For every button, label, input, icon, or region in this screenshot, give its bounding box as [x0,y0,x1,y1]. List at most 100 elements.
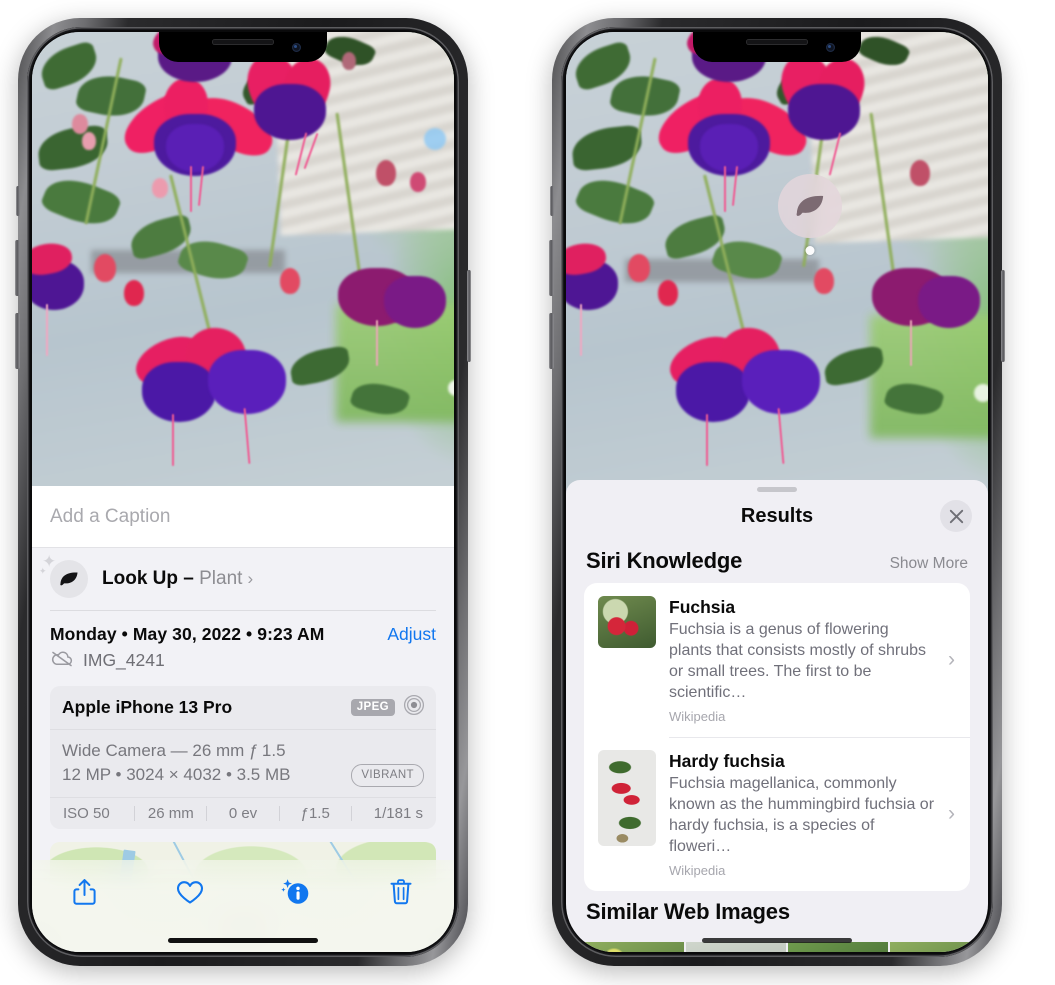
flower-stamen [580,304,582,356]
close-icon [949,509,963,523]
adjust-button[interactable]: Adjust [387,624,436,645]
mute-switch[interactable] [549,186,554,216]
volume-up-button[interactable] [15,240,20,296]
flower-skirt [742,350,820,414]
lens-line: Wide Camera — 26 mm ƒ 1.5 [62,740,286,760]
similar-web-images-row[interactable] [566,941,988,952]
flower-stamen [910,320,912,366]
flower-bud [376,160,396,186]
caption-field-row[interactable]: Add a Caption [32,486,454,548]
exif-focal: 26 mm [147,805,194,823]
iphone-left: Add a Caption ✦ ✦ Look Up – Plant › Mond… [15,18,471,966]
front-camera-icon [826,43,835,52]
look-up-label: Look Up – Plant [102,568,242,590]
photo-info-sheet: Add a Caption ✦ ✦ Look Up – Plant › Mond… [32,486,454,952]
flower-skirt [384,276,446,328]
result-thumbnail [598,750,656,847]
bokeh [424,128,446,150]
volume-down-button[interactable] [549,313,554,369]
flower-bud [124,280,144,306]
side-power-button[interactable] [1000,270,1005,362]
photo-viewer[interactable] [32,32,454,486]
result-description: Fuchsia magellanica, commonly known as t… [669,775,935,855]
chevron-right-icon: › [948,802,955,826]
metadata-body: Wide Camera — 26 mm ƒ 1.5 12 MP • 3024 ×… [50,730,436,797]
results-title: Results [740,504,814,527]
notch [159,32,327,62]
favorite-button[interactable] [168,873,212,911]
knowledge-item[interactable]: Hardy fuchsia Fuchsia magellanica, commo… [584,737,970,891]
flower-stamen [46,304,48,356]
result-source: Wikipedia [669,862,726,878]
flower-stamen [190,166,192,212]
earpiece-speaker [212,39,274,45]
knowledge-text: Hardy fuchsia Fuchsia magellanica, commo… [669,750,957,878]
section-title: Similar Web Images [586,898,790,924]
exif-shutter: 1/181 s [373,805,424,823]
web-image-4[interactable] [890,941,988,952]
flower-bud [628,254,650,282]
show-more-button[interactable]: Show More [890,555,968,573]
flower-stamen [376,320,378,366]
info-button[interactable] [274,873,318,911]
flower-bud [72,114,88,134]
home-indicator[interactable] [168,938,318,943]
leaf-icon [50,560,88,598]
flower-bud [280,268,300,294]
result-thumbnail [598,596,656,648]
exif-row: ISO 50 26 mm 0 ev ƒ1.5 1/181 s [50,797,436,829]
flower-stamen [172,414,174,466]
flower-stamen [724,166,726,212]
siri-knowledge-card: Fuchsia Fuchsia is a genus of flowering … [584,583,970,891]
sparkle-icon: ✦ [39,566,47,576]
results-header: Results [566,492,988,540]
flower-skirt [676,362,750,422]
lawn-blur [869,315,988,438]
caption-input[interactable]: Add a Caption [50,506,170,528]
web-image-3[interactable] [788,941,888,952]
flower-bud [410,172,426,192]
flower-skirt [166,124,224,172]
home-indicator[interactable] [702,938,852,943]
exif-ev: 0 ev [228,805,258,823]
metadata-header-right: JPEG [350,694,425,721]
iphone-right: Results Siri Knowledge Show More Fuchsia… [549,18,1005,966]
flower-skirt [208,350,286,414]
volume-down-button[interactable] [15,313,20,369]
photo-viewer[interactable] [566,32,988,504]
volume-up-button[interactable] [549,240,554,296]
look-up-row[interactable]: ✦ ✦ Look Up – Plant › [32,548,454,610]
format-badge: JPEG [350,698,395,716]
style-badge: VIBRANT [351,764,424,788]
delete-button[interactable] [379,873,423,911]
knowledge-text: Fuchsia Fuchsia is a genus of flowering … [669,596,957,724]
result-title: Fuchsia [669,597,736,617]
size-line-row: 12 MP • 3024 × 4032 • 3.5 MB VIBRANT [62,763,424,788]
results-sheet: Results Siri Knowledge Show More Fuchsia… [566,480,988,952]
web-image-2[interactable] [686,941,786,952]
exif-iso: ISO 50 [63,805,110,823]
share-button[interactable] [63,873,107,911]
close-button[interactable] [940,500,972,532]
size-line: 12 MP • 3024 × 4032 • 3.5 MB [62,765,291,785]
notch [693,32,861,62]
flower-skirt [142,362,216,422]
camera-metadata-card: Apple iPhone 13 Pro JPEG Wide Camera — 2… [50,685,436,830]
chevron-right-icon: › [247,569,254,588]
knowledge-item[interactable]: Fuchsia Fuchsia is a genus of flowering … [584,583,970,737]
chevron-right-icon: › [948,647,955,671]
flower-bud [814,268,834,294]
siri-knowledge-header: Siri Knowledge Show More [566,540,988,583]
flower-bud [152,178,168,198]
exif-aperture: ƒ1.5 [300,805,330,823]
flower-bud [82,132,96,150]
look-up-icon-wrap: ✦ ✦ [39,553,88,598]
leaf-badge-anchor-dot [805,246,815,255]
web-image-1[interactable] [584,941,684,952]
bokeh [974,384,988,402]
mute-switch[interactable] [15,186,20,216]
side-power-button[interactable] [466,270,471,362]
metadata-header: Apple iPhone 13 Pro JPEG [50,686,436,730]
visual-lookup-leaf-badge[interactable] [778,174,842,255]
look-up-title: Look Up [102,568,178,589]
